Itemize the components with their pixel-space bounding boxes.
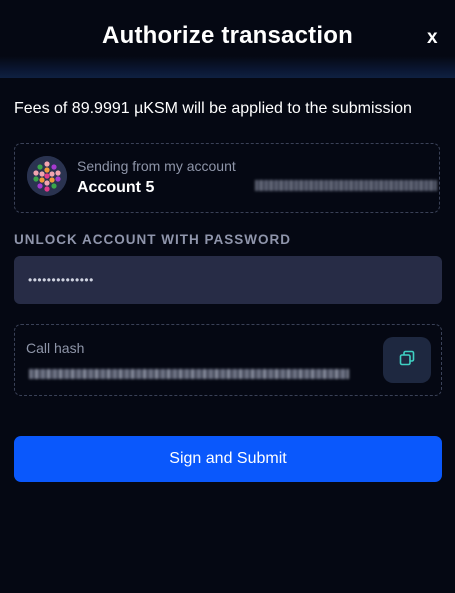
sending-account-card: Sending from my account Account 5 [14,143,440,213]
unlock-password-label: UNLOCK ACCOUNT WITH PASSWORD [14,232,291,247]
password-field[interactable] [14,256,442,304]
sending-from-label: Sending from my account [77,158,236,174]
call-hash-label: Call hash [26,340,85,356]
call-hash-value-redacted [29,369,349,379]
copy-icon [399,350,415,371]
sign-and-submit-button[interactable]: Sign and Submit [14,436,442,482]
account-address-redacted [255,180,437,191]
copy-hash-button[interactable] [383,337,431,383]
close-button[interactable]: x [427,27,438,49]
modal-header: Authorize transaction x [0,0,455,78]
page-title: Authorize transaction [102,22,353,49]
fees-notice: Fees of 89.9991 µKSM will be applied to … [14,100,412,117]
identicon-avatar-icon [27,156,67,196]
call-hash-card: Call hash [14,324,442,396]
account-name: Account 5 [77,179,155,196]
